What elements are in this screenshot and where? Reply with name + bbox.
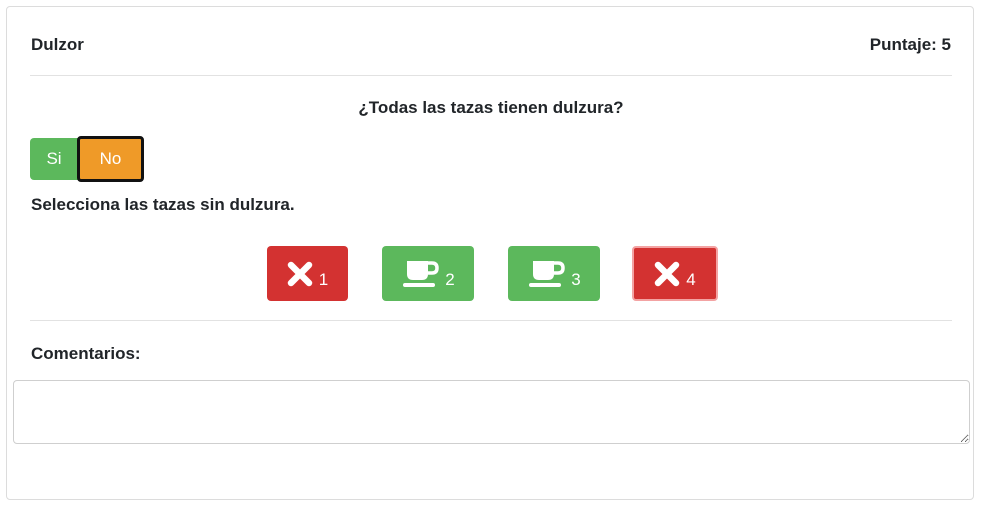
evaluation-card: Dulzor Puntaje: 5 ¿Todas las tazas tiene…	[6, 6, 974, 500]
cup-button-4[interactable]: 4	[632, 246, 718, 301]
yes-no-toggle: Si No	[30, 136, 144, 182]
section-divider	[30, 320, 952, 321]
coffee-cup-icon	[401, 259, 440, 289]
cup-button-2[interactable]: 2	[382, 246, 474, 301]
x-icon	[287, 261, 313, 287]
cup-number: 1	[318, 269, 329, 289]
x-icon	[654, 261, 680, 287]
comments-label: Comentarios:	[31, 344, 141, 363]
comments-textarea[interactable]	[13, 380, 970, 444]
instruction-text: Selecciona las tazas sin dulzura.	[31, 195, 295, 214]
score-label: Puntaje: 5	[869, 35, 951, 54]
cup-number: 2	[445, 269, 455, 289]
cup-number: 3	[571, 269, 581, 289]
question-text: ¿Todas las tazas tienen dulzura?	[358, 98, 624, 117]
cup-button-1[interactable]: 1	[267, 246, 348, 301]
coffee-cup-icon	[527, 259, 566, 289]
no-button[interactable]: No	[77, 136, 144, 182]
header-divider	[30, 75, 952, 76]
card-title: Dulzor	[31, 35, 84, 54]
cup-number: 4	[686, 269, 696, 289]
cup-button-3[interactable]: 3	[508, 246, 600, 301]
yes-button[interactable]: Si	[30, 138, 78, 180]
